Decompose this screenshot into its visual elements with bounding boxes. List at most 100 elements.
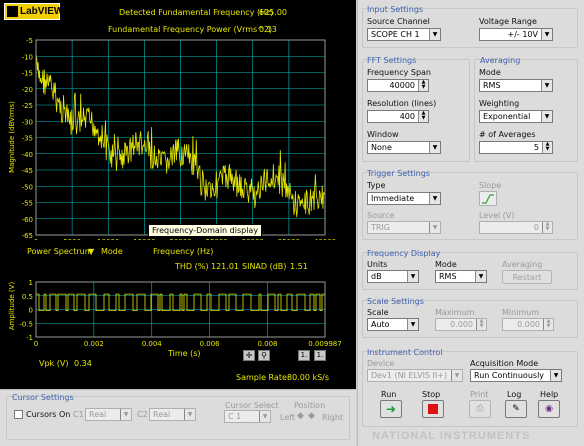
weighting-select[interactable]: Exponential ▼ — [479, 110, 553, 123]
trigger-level-value: 0 — [533, 223, 539, 232]
window-value: None — [371, 143, 392, 152]
chevron-down-icon: ▼ — [550, 370, 561, 381]
sample-rate-value: 80.00 kS/s — [287, 373, 330, 382]
run-button[interactable]: ➜ — [380, 400, 402, 418]
num-averages-input[interactable]: 5 ▲ ▼ — [479, 141, 553, 154]
time-grid — [35, 281, 326, 338]
source-channel-select[interactable]: SCOPE CH 1 ▼ — [367, 28, 441, 41]
stepper-icon[interactable]: ▲ ▼ — [542, 142, 552, 153]
stop-button[interactable] — [422, 400, 444, 418]
crosshair-tool-icon[interactable]: ✛ — [243, 350, 255, 361]
minimum-input[interactable]: 0.000 ▲ ▼ — [502, 318, 554, 331]
chevron-down-icon: ▼ — [429, 142, 440, 153]
stepper-icon[interactable]: ▲ ▼ — [418, 111, 428, 122]
stepper-icon[interactable]: ▲ ▼ — [543, 319, 553, 330]
printer-icon: ⎙ — [476, 404, 484, 414]
restart-button[interactable]: Restart — [502, 270, 552, 284]
cursor-settings-panel: Cursor Settings Cursors On C1 Real ▼ C2 R… — [0, 389, 356, 446]
spectrum-yticks: -5 -10 -15 -20 -25 -30 -35 -40 -45 -50 -55 -60 -65 — [22, 37, 33, 240]
c2-format-select[interactable]: Real ▼ — [149, 408, 196, 421]
restart-label: Restart — [512, 273, 542, 282]
cursor-select-value: C 1 — [228, 412, 242, 421]
cursor-select-label: Cursor Select — [225, 401, 279, 410]
log-icon: ✎ — [512, 404, 520, 414]
stepper-icon[interactable]: ▲ ▼ — [418, 80, 428, 91]
fund-power-label: Fundamental Frequency Power (Vrms^2) — [108, 25, 273, 34]
spectrum-ytick-label: -10 — [22, 53, 33, 61]
minimum-label: Minimum — [502, 308, 540, 317]
mode-dropdown-arrow-icon[interactable]: ▼ — [88, 247, 94, 256]
cursors-on-checkbox[interactable] — [14, 410, 23, 419]
time-ytick-label: 1 — [29, 279, 33, 287]
units-value: dB — [371, 272, 382, 281]
stepper-icon[interactable]: ▲ ▼ — [476, 319, 486, 330]
position-right-icon[interactable]: ◆ — [308, 411, 315, 421]
c2-format-value: Real — [153, 410, 171, 419]
trigger-type-select[interactable]: Immediate ▼ — [367, 192, 441, 205]
chevron-down-icon: ▼ — [120, 409, 131, 420]
spectrum-graph[interactable]: Magnitude (dBVrms) -5-10-15-20-25-30-35-… — [0, 35, 356, 240]
spectrum-display-panel: LabVIEW Detected Fundamental Frequency (… — [0, 0, 356, 389]
trigger-source-select[interactable]: TRIG ▼ — [367, 221, 441, 234]
sinad-label: SINAD (dB) — [242, 262, 287, 271]
zoom-tool-icon[interactable]: ⚲ — [258, 350, 270, 361]
units-select[interactable]: dB ▼ — [367, 270, 419, 283]
logo-text: LabVIEW — [20, 6, 64, 17]
spectrum-ytick-label: -60 — [22, 216, 33, 224]
vpk-label: Vpk (V) — [39, 359, 69, 368]
spectrum-xtick-label: 15000 — [133, 238, 155, 240]
averaging-title: Averaging — [480, 56, 521, 65]
device-select[interactable]: Dev1 (NI ELVIS II+) ▼ — [367, 369, 463, 382]
window-select[interactable]: None ▼ — [367, 141, 441, 154]
trigger-level-input[interactable]: 0 ▲ ▼ — [479, 221, 553, 234]
position-left-icon[interactable]: ◆ — [297, 411, 304, 421]
slope-label: Slope — [479, 181, 502, 190]
c2-label: C2 — [137, 410, 148, 419]
input-settings-title: Input Settings — [367, 5, 424, 14]
weighting-value: Exponential — [483, 112, 531, 121]
frequency-span-input[interactable]: 40000 ▲ ▼ — [367, 79, 429, 92]
fd-mode-select[interactable]: RMS ▼ — [435, 270, 487, 283]
source-channel-label: Source Channel — [367, 17, 430, 26]
help-button[interactable]: ◉ — [538, 400, 560, 418]
time-xtick-label: 0.006 — [200, 340, 221, 348]
fd-mode-label: Mode — [435, 260, 457, 269]
spectrum-xticks: 0 5000 10000 15000 20000 25000 30000 35000 40000 — [34, 238, 336, 240]
spectrum-ytick-label: -20 — [22, 86, 33, 94]
position-right-label: Right — [322, 413, 344, 422]
maximum-input[interactable]: 0.000 ▲ ▼ — [435, 318, 487, 331]
resolution-value: 400 — [399, 112, 415, 121]
thd-value: 121.01 — [211, 262, 239, 271]
acq-mode-select[interactable]: Run Continuously ▼ — [470, 369, 562, 382]
voltage-range-select[interactable]: +/- 10V ▼ — [479, 28, 553, 41]
log-button[interactable]: ✎ — [505, 400, 527, 418]
slope-rising-icon[interactable] — [479, 191, 497, 206]
spectrum-ytick-label: -45 — [22, 167, 33, 175]
time-graph[interactable]: Amplitude (V) 1 0.5 0 -0.5 -1 0 0.002 0.004 0.0… — [0, 276, 356, 356]
time-ylabel: Amplitude (V) — [8, 282, 16, 331]
resolution-input[interactable]: 400 ▲ ▼ — [367, 110, 429, 123]
avg-mode-select[interactable]: RMS ▼ — [479, 79, 553, 92]
spectrum-ytick-label: -30 — [22, 118, 33, 126]
spectrum-ytick-label: -5 — [26, 37, 33, 45]
logo-glyph-icon — [7, 6, 18, 17]
log-label: Log — [507, 390, 522, 399]
units-label: Units — [367, 260, 388, 269]
c1-format-select[interactable]: Real ▼ — [85, 408, 132, 421]
spectrum-xtick-label: 5000 — [63, 238, 81, 240]
avg-mode-label: Mode — [479, 68, 501, 77]
stepper-icon[interactable]: ▲ ▼ — [542, 222, 552, 233]
avg-mode-value: RMS — [483, 81, 501, 90]
y-scale-format-icon[interactable]: 1. — [314, 350, 326, 361]
time-xlabel: Time (s) — [168, 349, 201, 358]
print-button[interactable]: ⎙ — [469, 400, 491, 418]
x-scale-format-icon[interactable]: 1. — [298, 350, 310, 361]
time-trace — [36, 293, 325, 311]
spectrum-grid — [35, 39, 326, 236]
c1-format-value: Real — [89, 410, 107, 419]
spectrum-xtick-label: 20000 — [169, 238, 191, 240]
scale-select[interactable]: Auto ▼ — [367, 318, 419, 331]
cursor-select[interactable]: C 1 ▼ — [224, 410, 271, 423]
time-ytick-label: -1 — [26, 334, 33, 342]
trigger-type-label: Type — [367, 181, 386, 190]
